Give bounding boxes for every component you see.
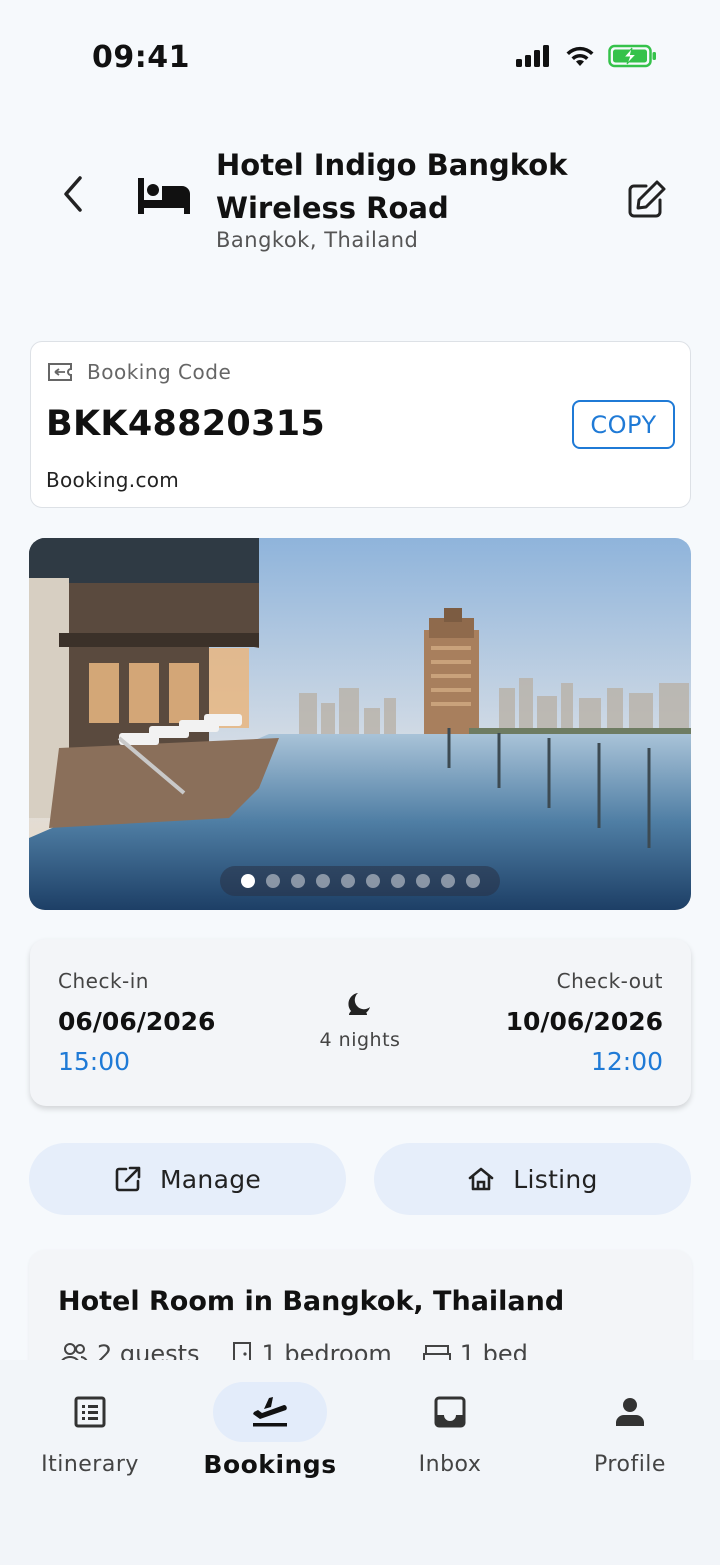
back-button[interactable] [52,174,92,214]
carousel-dot[interactable] [365,874,380,888]
booking-code-label-row: Booking Code [47,360,231,384]
checkin-date: 06/06/2026 [58,1007,216,1036]
edit-icon [628,180,666,218]
nav-item-itinerary[interactable]: Itinerary [0,1380,180,1490]
external-link-icon [115,1166,141,1192]
listing-label: Listing [513,1164,598,1194]
nav-label-itinerary: Itinerary [41,1452,139,1477]
checkout-label: Check-out [556,969,663,993]
listing-button[interactable]: Listing [374,1143,691,1215]
carousel-dot[interactable] [265,874,280,888]
nav-label-profile: Profile [594,1452,666,1477]
carousel-dot[interactable] [390,874,405,888]
nights-count: 4 nights [319,1029,401,1051]
carousel-dot[interactable] [465,874,480,888]
booking-provider: Booking.com [46,468,180,492]
chevron-left-icon [64,176,82,212]
home-icon [468,1167,494,1191]
booking-code-label: Booking Code [87,360,232,384]
checkin-time: 15:00 [58,1047,131,1076]
checkout-time: 12:00 [590,1047,663,1076]
nav-label-bookings: Bookings [203,1450,337,1479]
nav-item-profile[interactable]: Profile [540,1380,720,1490]
nav-item-inbox[interactable]: Inbox [360,1380,540,1490]
person-icon [616,1398,644,1426]
battery-charging-icon [608,44,656,68]
status-bar: 09:41 [0,0,720,110]
hotel-header: Hotel Indigo Bangkok Wireless Road Bangk… [0,130,720,270]
nav-label-inbox: Inbox [418,1452,482,1477]
carousel-dot[interactable] [290,874,305,888]
carousel-indicator[interactable] [220,866,500,896]
nav-icon-container [573,1382,687,1442]
booking-code-value: BKK48820315 [46,404,326,444]
carousel-dot[interactable] [440,874,455,888]
room-title: Hotel Room in Bangkok, Thailand [58,1286,565,1317]
hotel-pool-photo [29,538,691,910]
carousel-dot[interactable] [240,874,255,888]
moon-icon [346,991,372,1021]
inbox-icon [434,1396,466,1428]
hotel-location: Bangkok, Thailand [216,228,419,252]
checkout-date: 10/06/2026 [505,1007,663,1036]
status-icons [516,44,658,68]
carousel-dot[interactable] [315,874,330,888]
nav-item-bookings[interactable]: Bookings [180,1380,360,1490]
ticket-icon [48,363,72,381]
flight-takeoff-icon [253,1397,287,1427]
nav-icon-container [393,1382,507,1442]
copy-button[interactable]: COPY [572,400,675,449]
nav-icon-container [33,1382,147,1442]
signal-icon [516,45,549,67]
hotel-name: Hotel Indigo Bangkok Wireless Road [216,148,568,225]
manage-button[interactable]: Manage [29,1143,346,1215]
wifi-icon [566,46,594,66]
status-time: 09:41 [92,40,190,75]
edit-button[interactable] [626,178,668,220]
stay-dates-card: Check-in 06/06/2026 15:00 4 nights Check… [30,939,691,1106]
bed-icon [136,176,192,220]
manage-label: Manage [159,1164,262,1194]
carousel-dot[interactable] [415,874,430,888]
list-icon [74,1396,106,1428]
hotel-photo-carousel[interactable] [29,538,691,910]
checkin-label: Check-in [58,969,149,993]
bottom-navigation: Itinerary Bookings Inbox Profile [0,1360,720,1565]
carousel-dot[interactable] [340,874,355,888]
booking-code-card: Booking Code BKK48820315 Booking.com COP… [30,341,691,508]
nav-icon-container [213,1382,327,1442]
